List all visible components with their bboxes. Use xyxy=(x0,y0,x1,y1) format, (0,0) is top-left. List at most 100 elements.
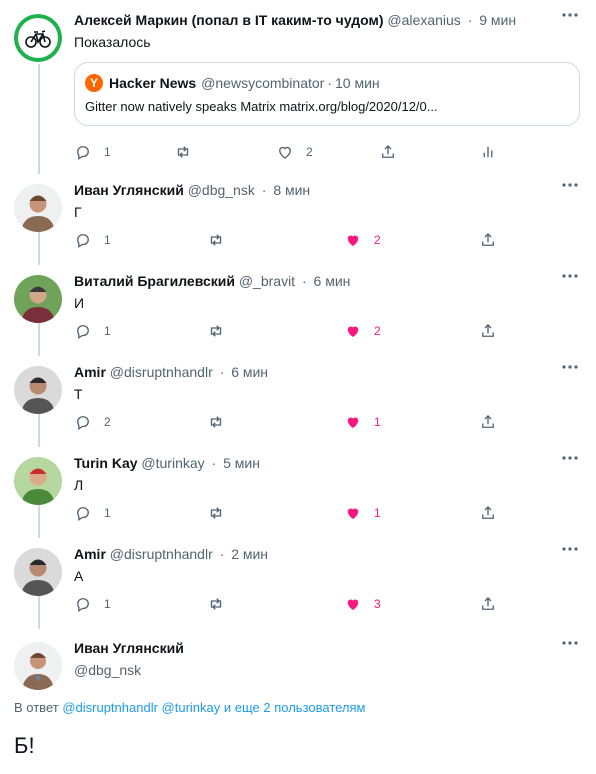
more-icon xyxy=(562,547,578,551)
like-button[interactable]: 2 xyxy=(276,140,313,164)
main-tweet[interactable]: Алексей Маркин (попал в IT каким-то чудо… xyxy=(0,0,596,170)
mention-link[interactable]: @turinkay xyxy=(162,700,221,715)
avatar[interactable] xyxy=(14,275,62,323)
author-handle[interactable]: @dbg_nsk xyxy=(74,660,141,680)
tweet-time[interactable]: 8 мин xyxy=(273,182,310,198)
reply-tweet[interactable]: Виталий Брагилевский @_bravit · 6 мин И … xyxy=(0,261,596,352)
heart-filled-icon xyxy=(347,599,359,610)
more-options-button[interactable] xyxy=(560,178,580,192)
author-handle[interactable]: @dbg_nsk xyxy=(188,182,255,198)
author-name[interactable]: Amir xyxy=(74,364,106,380)
mention-link[interactable]: @disruptnhandlr xyxy=(62,700,158,715)
separator-dot: · xyxy=(219,546,225,562)
retweet-button[interactable] xyxy=(207,592,225,616)
quote-author-handle: @newsycombinator xyxy=(201,75,325,91)
more-options-button[interactable] xyxy=(560,636,580,650)
quote-time: 10 мин xyxy=(335,75,380,91)
avatar[interactable] xyxy=(14,548,62,596)
reply-count: 1 xyxy=(104,233,111,247)
avatar[interactable] xyxy=(14,457,62,505)
more-options-button[interactable] xyxy=(560,269,580,283)
tweet-time[interactable]: 9 мин xyxy=(479,12,516,28)
tweet-text: Т xyxy=(74,386,83,402)
avatar[interactable] xyxy=(14,184,62,232)
author-handle[interactable]: @disruptnhandlr xyxy=(110,364,213,380)
tweet-header: Иван Углянский @dbg_nsk · 8 мин xyxy=(74,180,310,200)
share-button[interactable] xyxy=(479,228,497,252)
reply-tweet[interactable]: Amir @disruptnhandlr · 2 мин А 1 3 xyxy=(0,534,596,625)
like-button[interactable]: 2 xyxy=(344,228,381,252)
composer-header: Иван Углянский xyxy=(74,638,184,658)
quote-tweet[interactable]: Y Hacker News @newsycombinator · 10 мин … xyxy=(74,62,580,126)
share-button[interactable] xyxy=(479,319,497,343)
retweet-button[interactable] xyxy=(207,501,225,525)
share-button[interactable] xyxy=(479,501,497,525)
reply-button[interactable]: 2 xyxy=(74,410,111,434)
tweet-header: Amir @disruptnhandlr · 6 мин xyxy=(74,362,268,382)
author-handle[interactable]: @_bravit xyxy=(239,273,295,289)
avatar-photo-icon xyxy=(14,275,62,323)
retweet-button[interactable] xyxy=(207,319,225,343)
reply-button[interactable]: 1 xyxy=(74,501,111,525)
avatar[interactable] xyxy=(14,366,62,414)
tweet-time[interactable]: 5 мин xyxy=(223,455,260,471)
author-name[interactable]: Amir xyxy=(74,546,106,562)
reply-icon xyxy=(77,234,89,249)
share-icon xyxy=(482,415,494,428)
more-options-button[interactable] xyxy=(560,542,580,556)
tweet-header: Amir @disruptnhandlr · 2 мин xyxy=(74,544,268,564)
others-link[interactable]: и еще 2 пользователям xyxy=(224,700,366,715)
composer: Иван Углянский @dbg_nsk xyxy=(0,628,596,698)
author-name[interactable]: Иван Углянский xyxy=(74,182,184,198)
like-count: 2 xyxy=(306,145,313,159)
author-handle[interactable]: @turinkay xyxy=(141,455,204,471)
tweet-time[interactable]: 6 мин xyxy=(314,273,351,289)
tweet-text: И xyxy=(74,295,85,311)
like-button[interactable]: 3 xyxy=(344,592,381,616)
reply-button[interactable]: 1 xyxy=(74,319,111,343)
avatar[interactable] xyxy=(14,642,62,690)
heart-filled-icon xyxy=(347,326,359,337)
retweet-button[interactable] xyxy=(207,228,225,252)
reply-button[interactable]: 1 xyxy=(74,140,111,164)
reply-tweet[interactable]: Иван Углянский @dbg_nsk · 8 мин Г 1 2 xyxy=(0,170,596,261)
tweet-time[interactable]: 6 мин xyxy=(231,364,268,380)
separator-dot: · xyxy=(327,75,332,91)
reply-icon xyxy=(77,416,89,431)
like-button[interactable]: 1 xyxy=(344,410,381,434)
reply-button[interactable]: 1 xyxy=(74,228,111,252)
more-options-button[interactable] xyxy=(560,360,580,374)
reply-tweet[interactable]: Turin Kay @turinkay · 5 мин Л 1 1 xyxy=(0,443,596,534)
tweet-time[interactable]: 2 мин xyxy=(231,546,268,562)
tweet-actions: 1 2 xyxy=(74,319,514,343)
reply-count: 1 xyxy=(104,324,111,338)
reply-button[interactable]: 1 xyxy=(74,592,111,616)
reply-tweet[interactable]: Amir @disruptnhandlr · 6 мин Т 2 1 xyxy=(0,352,596,443)
quote-header: Y Hacker News @newsycombinator · 10 мин xyxy=(85,73,380,93)
share-button[interactable] xyxy=(479,410,497,434)
retweet-button[interactable] xyxy=(207,410,225,434)
reply-count: 2 xyxy=(104,415,111,429)
like-button[interactable]: 1 xyxy=(344,501,381,525)
tweet-header: Turin Kay @turinkay · 5 мин xyxy=(74,453,260,473)
more-icon xyxy=(562,365,578,369)
author-name[interactable]: Иван Углянский xyxy=(74,640,184,656)
author-name[interactable]: Turin Kay xyxy=(74,455,138,471)
author-name[interactable]: Виталий Брагилевский xyxy=(74,273,235,289)
more-icon xyxy=(562,641,578,645)
tweet-actions: 1 2 xyxy=(74,228,514,252)
analytics-button[interactable] xyxy=(479,140,497,164)
like-button[interactable]: 2 xyxy=(344,319,381,343)
reply-text-input[interactable]: Б! xyxy=(14,733,35,759)
avatar[interactable] xyxy=(14,14,62,62)
retweet-button[interactable] xyxy=(174,140,192,164)
share-button[interactable] xyxy=(479,592,497,616)
share-button[interactable] xyxy=(379,140,397,164)
author-handle[interactable]: @disruptnhandlr xyxy=(110,546,213,562)
more-options-button[interactable] xyxy=(560,8,580,22)
author-name[interactable]: Алексей Маркин (попал в IT каким-то чудо… xyxy=(74,12,384,28)
tweet-text: Показалось xyxy=(74,34,151,50)
author-handle[interactable]: @alexanius xyxy=(387,12,460,28)
more-options-button[interactable] xyxy=(560,451,580,465)
heart-filled-icon xyxy=(347,235,359,246)
